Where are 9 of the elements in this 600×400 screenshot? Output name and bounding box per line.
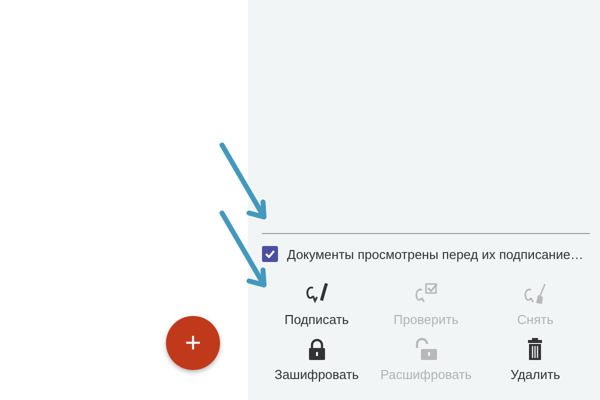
add-button[interactable]: + bbox=[166, 316, 220, 370]
action-button[interactable]: Удалить bbox=[510, 337, 560, 382]
signature-icon bbox=[304, 282, 330, 306]
checkbox[interactable] bbox=[262, 246, 278, 262]
action-button[interactable]: Подписать bbox=[284, 282, 349, 327]
check-icon bbox=[265, 250, 275, 258]
broom-signature-icon bbox=[522, 282, 548, 306]
action-button[interactable]: Зашифровать bbox=[274, 337, 359, 382]
checkbox-label: Документы просмотрены перед их подписание… bbox=[287, 246, 584, 262]
